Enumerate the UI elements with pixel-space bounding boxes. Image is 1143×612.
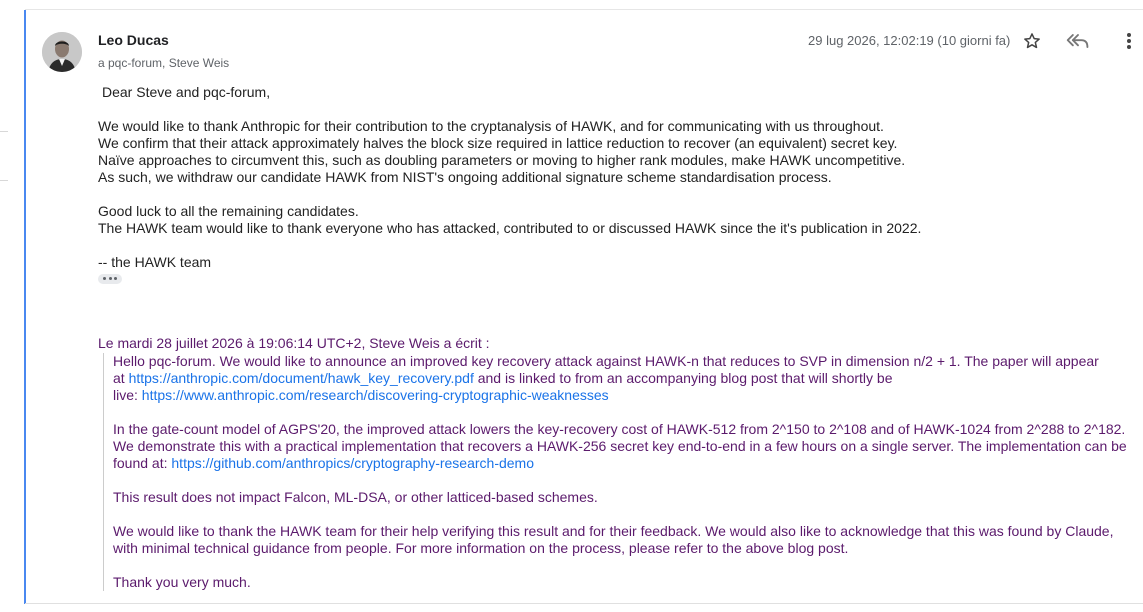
quote-line: We would like to thank the HAWK team for… (113, 523, 1114, 539)
message-bottom-border (25, 603, 1143, 604)
quote-line: This result does not impact Falcon, ML-D… (113, 489, 598, 505)
quote-line: at https://anthropic.com/document/hawk_k… (113, 370, 893, 386)
body-line: The HAWK team would like to thank everyo… (98, 220, 922, 236)
body-line: We would like to thank Anthropic for the… (98, 118, 884, 134)
reply-all-button[interactable] (1066, 30, 1090, 52)
more-options-button[interactable] (1117, 30, 1141, 52)
left-divider (0, 131, 8, 132)
quote-line: We demonstrate this with a practical imp… (113, 438, 1127, 454)
more-vert-icon (1127, 33, 1131, 49)
left-divider (0, 180, 8, 181)
quote-header: Le mardi 28 juillet 2026 à 19:06:14 UTC+… (98, 335, 490, 351)
body-line: Good luck to all the remaining candidate… (98, 203, 359, 219)
paper-link[interactable]: https://anthropic.com/document/hawk_key_… (129, 370, 474, 386)
quote-line: with minimal technical guidance from peo… (113, 540, 849, 556)
body-line: We confirm that their attack approximate… (98, 135, 898, 151)
avatar[interactable] (42, 32, 82, 72)
star-icon (1024, 33, 1040, 49)
quoted-message: Le mardi 28 juillet 2026 à 19:06:14 UTC+… (98, 335, 1138, 591)
body-line: Naïve approaches to circumvent this, suc… (98, 152, 906, 168)
reply-all-icon (1066, 34, 1089, 48)
signoff: -- the HAWK team (98, 254, 212, 270)
quote-line: Thank you very much. (113, 574, 251, 590)
greeting: Dear Steve and pqc-forum, (102, 84, 271, 100)
quote-block: Hello pqc-forum. We would like to announ… (103, 353, 1138, 591)
message-top-border (25, 9, 1143, 10)
quote-line: found at: https://github.com/anthropics/… (113, 455, 535, 471)
body-line: As such, we withdraw our candidate HAWK … (98, 169, 832, 185)
recipients[interactable]: a pqc-forum, Steve Weis (98, 56, 229, 70)
quote-line: In the gate-count model of AGPS'20, the … (113, 421, 1126, 437)
message-date: 29 lug 2026, 12:02:19 (10 giorni fa) (808, 33, 1011, 48)
github-link[interactable]: https://github.com/anthropics/cryptograp… (171, 455, 534, 471)
quote-line: live: https://www.anthropic.com/research… (113, 387, 609, 403)
blog-link[interactable]: https://www.anthropic.com/research/disco… (142, 387, 609, 403)
message-body: Dear Steve and pqc-forum, We would like … (98, 84, 1128, 288)
show-trimmed-content-button[interactable] (98, 274, 122, 284)
star-button[interactable] (1020, 30, 1044, 52)
quote-line: Hello pqc-forum. We would like to announ… (113, 353, 1099, 369)
selected-message-indicator (24, 10, 26, 604)
sender-name[interactable]: Leo Ducas (98, 32, 169, 48)
